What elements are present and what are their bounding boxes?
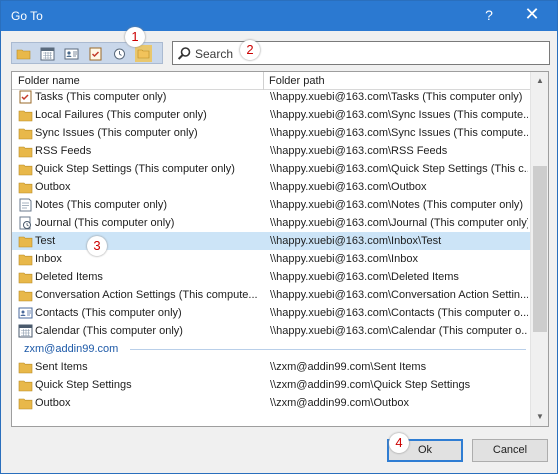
go-to-dialog: Go To ? ✕ Search Folder name Folder path… <box>0 0 558 474</box>
contacts-icon[interactable] <box>63 45 80 62</box>
folder-icon <box>18 378 33 392</box>
folder-icon <box>18 270 33 284</box>
folder-icon <box>18 180 33 194</box>
folder-icon <box>18 234 33 248</box>
step-badge-4: 4 <box>389 433 409 453</box>
close-button[interactable]: ✕ <box>521 4 543 25</box>
search-placeholder: Search <box>195 47 234 61</box>
vertical-scrollbar[interactable]: ▲ ▼ <box>530 72 548 426</box>
cancel-button[interactable]: Cancel <box>472 439 548 462</box>
folder-path: \\happy.xuebi@163.com\Quick Step Setting… <box>270 163 528 175</box>
folder-row[interactable]: Conversation Action Settings (This compu… <box>12 286 530 304</box>
folder-name: Deleted Items <box>35 271 103 283</box>
folder-path: \\happy.xuebi@163.com\Tasks (This comput… <box>270 91 523 103</box>
step-badge-2: 2 <box>240 40 260 60</box>
folder-name: Sync Issues (This computer only) <box>35 127 198 139</box>
folder-icon <box>18 252 33 266</box>
folder-row[interactable]: Outbox \\happy.xuebi@163.com\Outbox <box>12 178 530 196</box>
folder-row[interactable]: Sync Issues (This computer only) \\happy.… <box>12 124 530 142</box>
folder-path: \\happy.xuebi@163.com\Contacts (This com… <box>270 307 528 319</box>
folder-icon <box>18 288 33 302</box>
folder-path: \\happy.xuebi@163.com\RSS Feeds <box>270 145 448 157</box>
folder-name: Outbox <box>35 397 71 409</box>
folder-name: Local Failures (This computer only) <box>35 109 207 121</box>
folder-row[interactable]: Calendar (This computer only) \\happy.xue… <box>12 322 530 340</box>
folder-name: Inbox <box>35 253 62 265</box>
folder-name: Quick Step Settings (This computer only) <box>35 163 235 175</box>
search-input[interactable]: Search <box>172 41 550 65</box>
folder-row[interactable]: Quick Step Settings (This computer only)… <box>12 160 530 178</box>
tasks-icon <box>18 90 33 104</box>
journal-icon[interactable] <box>111 45 128 62</box>
folder-icon <box>18 360 33 374</box>
folder-path: \\happy.xuebi@163.com\Notes (This comput… <box>270 199 524 211</box>
folder-icon <box>18 162 33 176</box>
window-title: Go To <box>11 9 43 23</box>
folder-name: Test <box>35 235 56 247</box>
folder-name: Calendar (This computer only) <box>35 325 183 337</box>
folder-name: Sent Items <box>35 361 88 373</box>
folder-row[interactable]: Journal (This computer only) \\happy.xueb… <box>12 214 530 232</box>
folder-path: \\zxm@addin99.com\Sent Items <box>270 361 427 373</box>
mail-folder-icon[interactable] <box>15 45 32 62</box>
folder-path: \\zxm@addin99.com\Quick Step Settings <box>270 379 471 391</box>
folder-row[interactable]: Tasks (This computer only) \\happy.xuebi@… <box>12 90 530 106</box>
folder-row[interactable]: Outbox \\zxm@addin99.com\Outbox <box>12 394 530 412</box>
folder-name: Quick Step Settings <box>35 379 132 391</box>
folder-row[interactable]: Contacts (This computer only) \\happy.xue… <box>12 304 530 322</box>
folder-path: \\happy.xuebi@163.com\Calendar (This com… <box>270 325 528 337</box>
tasks-icon[interactable] <box>87 45 104 62</box>
search-icon <box>177 46 192 64</box>
folder-name: Outbox <box>35 181 71 193</box>
folder-list-icon[interactable] <box>135 45 152 62</box>
folder-icon <box>18 108 33 122</box>
folder-path: \\zxm@addin99.com\Outbox <box>270 397 409 409</box>
folder-row[interactable]: Local Failures (This computer only) \\hap… <box>12 106 530 124</box>
group-divider <box>130 349 526 350</box>
contacts-icon <box>18 306 33 320</box>
account-name: zxm@addin99.com <box>24 343 119 355</box>
folder-name: Tasks (This computer only) <box>35 91 167 103</box>
step-badge-1: 1 <box>125 27 145 47</box>
folder-name: Notes (This computer only) <box>35 199 168 211</box>
scroll-up-icon[interactable]: ▲ <box>535 76 545 85</box>
scroll-thumb[interactable] <box>533 166 547 332</box>
list-header: Folder name Folder path <box>12 72 530 90</box>
step-badge-3: 3 <box>87 236 107 256</box>
folder-name: Journal (This computer only) <box>35 217 175 229</box>
column-divider[interactable] <box>263 72 264 90</box>
title-bar[interactable]: Go To ? ✕ <box>1 1 557 31</box>
folder-path: \\happy.xuebi@163.com\Journal (This comp… <box>270 217 528 229</box>
folder-row[interactable]: Quick Step Settings \\zxm@addin99.com\Qui… <box>12 376 530 394</box>
folder-path: \\happy.xuebi@163.com\Inbox\Test <box>270 235 442 247</box>
folder-row[interactable]: Sent Items \\zxm@addin99.com\Sent Items <box>12 358 530 376</box>
notes-icon <box>18 198 33 212</box>
folder-path: \\happy.xuebi@163.com\Sync Issues (This … <box>270 127 528 139</box>
list-rows: Tasks (This computer only) \\happy.xuebi@… <box>12 90 530 426</box>
column-folder-name[interactable]: Folder name <box>18 75 80 87</box>
folder-path: \\happy.xuebi@163.com\Deleted Items <box>270 271 459 283</box>
journal-icon <box>18 216 33 230</box>
folder-name: Conversation Action Settings (This compu… <box>35 289 258 301</box>
column-folder-path[interactable]: Folder path <box>269 75 325 87</box>
folder-row[interactable]: RSS Feeds \\happy.xuebi@163.com\RSS Feeds <box>12 142 530 160</box>
folder-path: \\happy.xuebi@163.com\Inbox <box>270 253 418 265</box>
folder-name: RSS Feeds <box>35 145 92 157</box>
account-group-header: zxm@addin99.com <box>12 340 530 358</box>
folder-icon <box>18 126 33 140</box>
folder-path: \\happy.xuebi@163.com\Conversation Actio… <box>270 289 528 301</box>
scroll-down-icon[interactable]: ▼ <box>535 412 545 421</box>
folder-path: \\happy.xuebi@163.com\Sync Issues (This … <box>270 109 528 121</box>
folder-name: Contacts (This computer only) <box>35 307 182 319</box>
folder-icon <box>18 396 33 410</box>
calendar-icon <box>18 324 33 338</box>
calendar-icon[interactable] <box>39 45 56 62</box>
folder-row[interactable]: Notes (This computer only) \\happy.xuebi@… <box>12 196 530 214</box>
folder-row[interactable]: Deleted Items \\happy.xuebi@163.com\Delet… <box>12 268 530 286</box>
folder-icon <box>18 144 33 158</box>
folder-path: \\happy.xuebi@163.com\Outbox <box>270 181 427 193</box>
help-button[interactable]: ? <box>481 7 497 23</box>
